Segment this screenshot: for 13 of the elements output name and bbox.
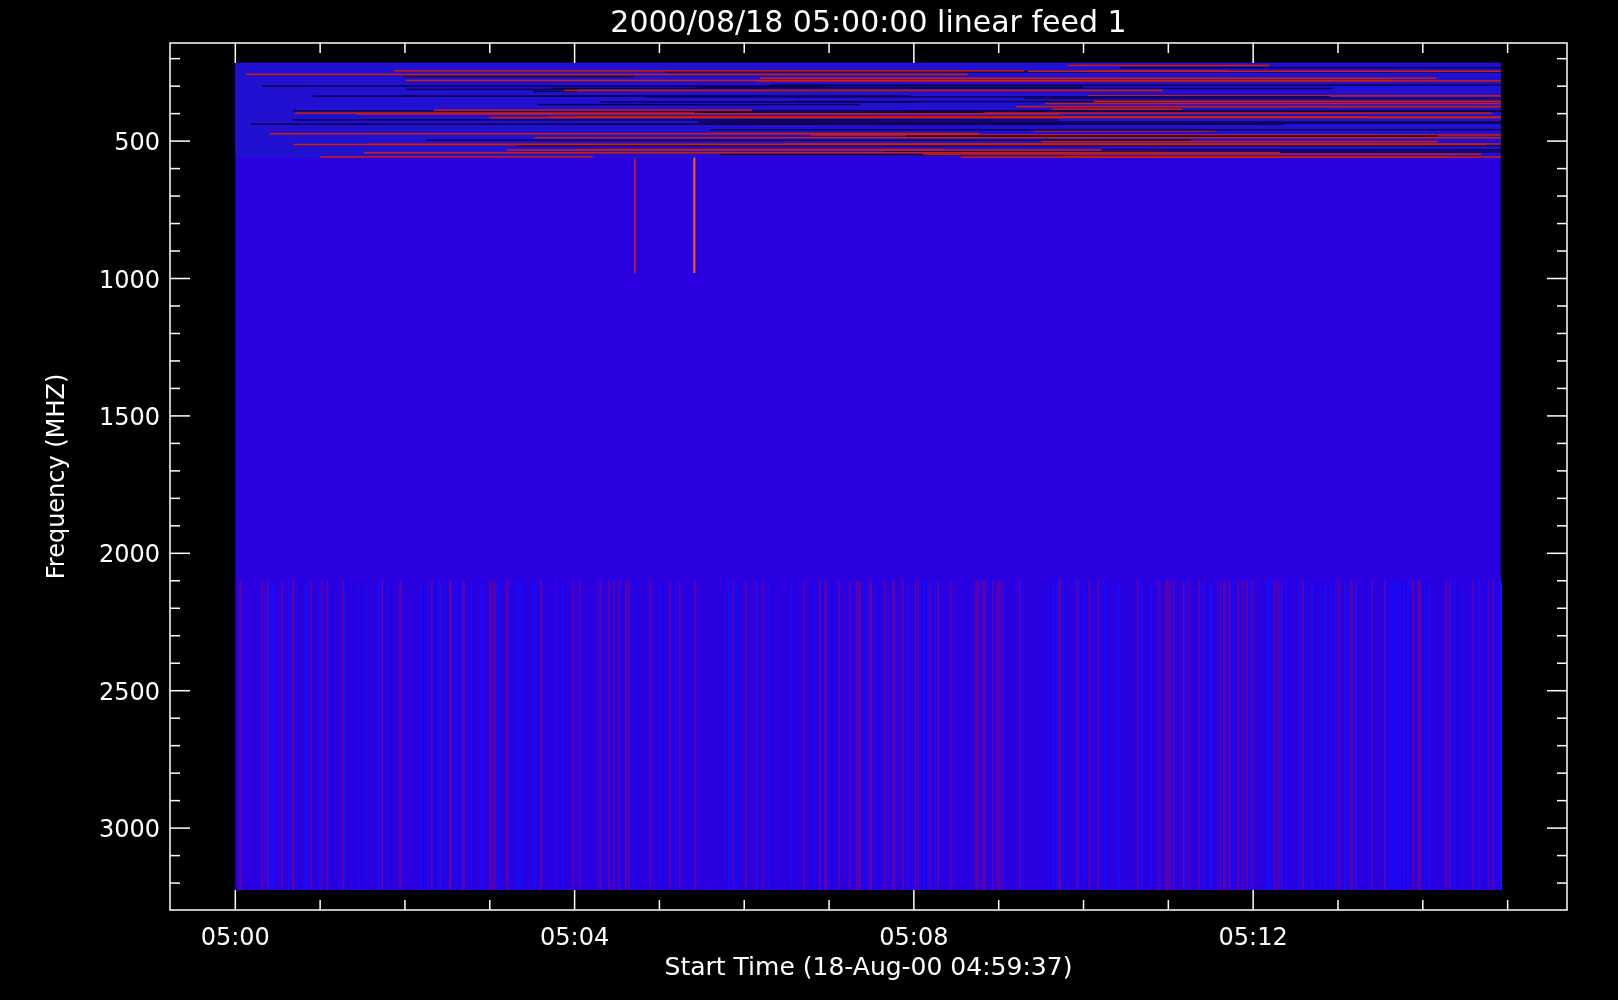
x-axis-label: Start Time (18-Aug-00 04:59:37) — [664, 952, 1073, 981]
x-tick-label: 05:00 — [200, 923, 270, 951]
y-tick-label: 2000 — [98, 540, 160, 569]
plot-title: 2000/08/18 05:00:00 linear feed 1 — [610, 4, 1127, 39]
x-tick-label: 05:12 — [1218, 923, 1288, 951]
y-axis-label: Frequency (MHZ) — [42, 373, 70, 580]
y-tick-label: 2500 — [98, 677, 160, 706]
y-tick-label: 3000 — [98, 815, 160, 844]
y-tick-label: 1500 — [98, 402, 160, 431]
y-tick-label: 500 — [114, 128, 160, 157]
x-tick-label: 05:08 — [879, 923, 949, 951]
y-tick-label: 1000 — [98, 265, 160, 294]
x-tick-label: 05:04 — [540, 923, 610, 951]
